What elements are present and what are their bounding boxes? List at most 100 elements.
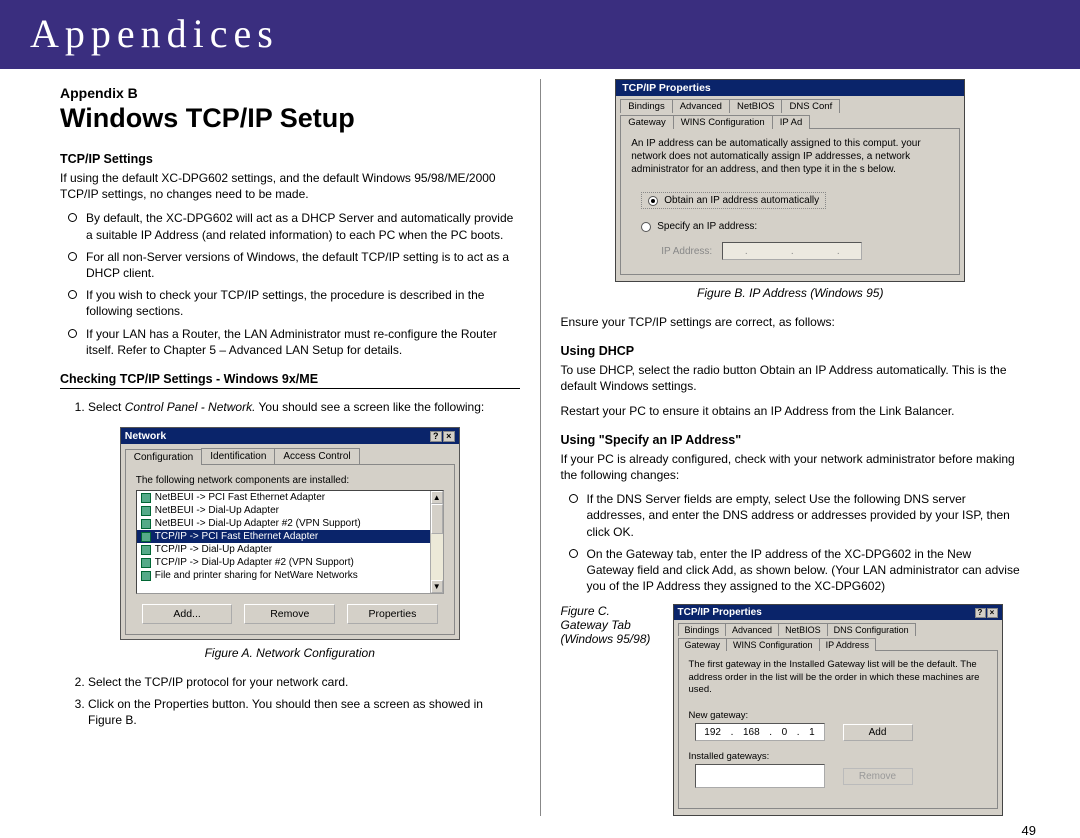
adapter-icon xyxy=(141,532,151,542)
close-icon[interactable]: × xyxy=(443,431,455,442)
page-number: 49 xyxy=(1022,823,1036,838)
list-item[interactable]: File and printer sharing for NetWare Net… xyxy=(137,569,443,582)
tab-advanced[interactable]: Advanced xyxy=(672,99,730,113)
section-using-dhcp: Using DHCP xyxy=(561,344,1021,358)
new-gateway-label: New gateway: xyxy=(689,710,987,721)
dhcp-p1: To use DHCP, select the radio button Obt… xyxy=(561,362,1021,394)
section-checking-9x: Checking TCP/IP Settings - Windows 9x/ME xyxy=(60,372,520,389)
radio-icon xyxy=(648,196,658,206)
scroll-up-icon[interactable]: ▲ xyxy=(431,491,443,504)
ip-address-field: IP Address: ... xyxy=(661,242,949,260)
figC-tabs-row1: Bindings Advanced NetBIOS DNS Configurat… xyxy=(674,620,1002,635)
radio-obtain-auto[interactable]: Obtain an IP address automatically xyxy=(641,192,826,209)
tab-gateway[interactable]: Gateway xyxy=(678,638,728,651)
list-item-label: NetBEUI -> Dial-Up Adapter #2 (VPN Suppo… xyxy=(155,518,361,529)
figA-titlebar: Network ?× xyxy=(121,428,459,444)
scroll-down-icon[interactable]: ▼ xyxy=(431,580,443,593)
tab-dns[interactable]: DNS Conf xyxy=(781,99,840,113)
help-icon[interactable]: ? xyxy=(430,431,442,442)
installed-gateways-list[interactable] xyxy=(695,764,825,788)
radio-label: Specify an IP address: xyxy=(657,221,757,232)
scroll-thumb[interactable] xyxy=(431,504,443,534)
tab-dns[interactable]: DNS Configuration xyxy=(827,623,916,636)
tab-advanced[interactable]: Advanced xyxy=(725,623,779,636)
help-icon[interactable]: ? xyxy=(975,608,986,618)
properties-button[interactable]: Properties xyxy=(347,604,438,624)
tab-gateway[interactable]: Gateway xyxy=(620,115,674,129)
tab-wins[interactable]: WINS Configuration xyxy=(726,638,820,651)
tab-bindings[interactable]: Bindings xyxy=(678,623,727,636)
tab-ipaddress[interactable]: IP Ad xyxy=(772,115,811,129)
ip-octet: 168 xyxy=(743,727,760,738)
page-title: Windows TCP/IP Setup xyxy=(60,103,520,134)
remove-button: Remove xyxy=(843,768,913,785)
list-item-label: TCP/IP -> PCI Fast Ethernet Adapter xyxy=(155,531,319,542)
figA-window-buttons: ?× xyxy=(429,430,455,442)
ip-label: IP Address: xyxy=(661,246,712,257)
bullet-item: For all non-Server versions of Windows, … xyxy=(86,249,520,281)
add-button[interactable]: Add xyxy=(843,724,913,741)
figC-desc: The first gateway in the Installed Gatew… xyxy=(689,659,987,696)
figC-panel: The first gateway in the Installed Gatew… xyxy=(678,650,998,809)
list-item-label: TCP/IP -> Dial-Up Adapter #2 (VPN Suppor… xyxy=(155,557,354,568)
radio-specify[interactable]: Specify an IP address: xyxy=(641,221,949,232)
new-gateway-row: 192. 168. 0. 1 Add xyxy=(695,723,987,741)
tab-identification[interactable]: Identification xyxy=(201,448,275,464)
step-1: Select Control Panel - Network. You shou… xyxy=(88,399,520,415)
share-icon xyxy=(141,571,151,581)
tab-ipaddress[interactable]: IP Address xyxy=(819,638,876,651)
list-item[interactable]: NetBEUI -> Dial-Up Adapter #2 (VPN Suppo… xyxy=(137,517,443,530)
figure-a-network-dialog: Network ?× Configuration Identification … xyxy=(120,427,460,640)
bullet-item: If your LAN has a Router, the LAN Admini… xyxy=(86,326,520,358)
step1-pre: Select xyxy=(88,400,125,414)
ip-octet: 0 xyxy=(782,727,788,738)
figB-panel: An IP address can be automatically assig… xyxy=(620,128,960,275)
tab-wins[interactable]: WINS Configuration xyxy=(673,115,773,129)
adapter-icon xyxy=(141,506,151,516)
section-specify-ip: Using "Specify an IP Address" xyxy=(561,433,1021,447)
figB-tabs-row2: Gateway WINS Configuration IP Ad xyxy=(616,112,964,128)
bullet-item: By default, the XC-DPG602 will act as a … xyxy=(86,210,520,242)
list-item-label: NetBEUI -> Dial-Up Adapter xyxy=(155,505,279,516)
radio-label: Obtain an IP address automatically xyxy=(664,195,819,206)
figC-tabs-row2: Gateway WINS Configuration IP Address xyxy=(674,635,1002,650)
tab-netbios[interactable]: NetBIOS xyxy=(778,623,828,636)
close-icon[interactable]: × xyxy=(987,608,998,618)
figA-label: The following network components are ins… xyxy=(136,475,444,486)
list-item[interactable]: NetBEUI -> Dial-Up Adapter xyxy=(137,504,443,517)
section-tcpip-settings: TCP/IP Settings xyxy=(60,152,520,166)
list-item-label: NetBEUI -> PCI Fast Ethernet Adapter xyxy=(155,492,325,503)
figA-panel: The following network components are ins… xyxy=(125,464,455,635)
figA-title: Network xyxy=(125,430,166,442)
figure-c-wrap: Figure C. Gateway Tab (Windows 95/98) TC… xyxy=(561,604,1021,816)
list-item[interactable]: TCP/IP -> Dial-Up Adapter #2 (VPN Suppor… xyxy=(137,556,443,569)
list-item-selected[interactable]: TCP/IP -> PCI Fast Ethernet Adapter xyxy=(137,530,443,543)
figA-listbox[interactable]: NetBEUI -> PCI Fast Ethernet Adapter Net… xyxy=(136,490,444,594)
tcpip-bullets: By default, the XC-DPG602 will act as a … xyxy=(60,210,520,358)
left-column: Appendix B Windows TCP/IP Setup TCP/IP S… xyxy=(40,79,541,816)
scrollbar[interactable]: ▲ ▼ xyxy=(430,491,443,593)
bullet-item: If you wish to check your TCP/IP setting… xyxy=(86,287,520,319)
adapter-icon xyxy=(141,519,151,529)
tab-access-control[interactable]: Access Control xyxy=(274,448,359,464)
figC-title: TCP/IP Properties xyxy=(678,607,762,618)
figB-tabs-row1: Bindings Advanced NetBIOS DNS Conf xyxy=(616,96,964,112)
list-item-label: TCP/IP -> Dial-Up Adapter xyxy=(155,544,272,555)
tab-configuration[interactable]: Configuration xyxy=(125,449,202,465)
tab-netbios[interactable]: NetBIOS xyxy=(729,99,783,113)
radio-icon xyxy=(641,222,651,232)
adapter-icon xyxy=(141,493,151,503)
gateway-ip-input[interactable]: 192. 168. 0. 1 xyxy=(695,723,825,741)
adapter-icon xyxy=(141,545,151,555)
list-item[interactable]: TCP/IP -> Dial-Up Adapter xyxy=(137,543,443,556)
add-button[interactable]: Add... xyxy=(142,604,233,624)
figC-side-caption: Figure C. Gateway Tab (Windows 95/98) xyxy=(561,604,661,646)
ip-input[interactable]: ... xyxy=(722,242,862,260)
list-item-label: File and printer sharing for NetWare Net… xyxy=(155,570,358,581)
dhcp-p2: Restart your PC to ensure it obtains an … xyxy=(561,403,1021,419)
list-item[interactable]: NetBEUI -> PCI Fast Ethernet Adapter xyxy=(137,491,443,504)
step-3: Click on the Properties button. You shou… xyxy=(88,696,520,728)
remove-button[interactable]: Remove xyxy=(244,604,335,624)
tab-bindings[interactable]: Bindings xyxy=(620,99,672,113)
ip-octet: 1 xyxy=(809,727,815,738)
